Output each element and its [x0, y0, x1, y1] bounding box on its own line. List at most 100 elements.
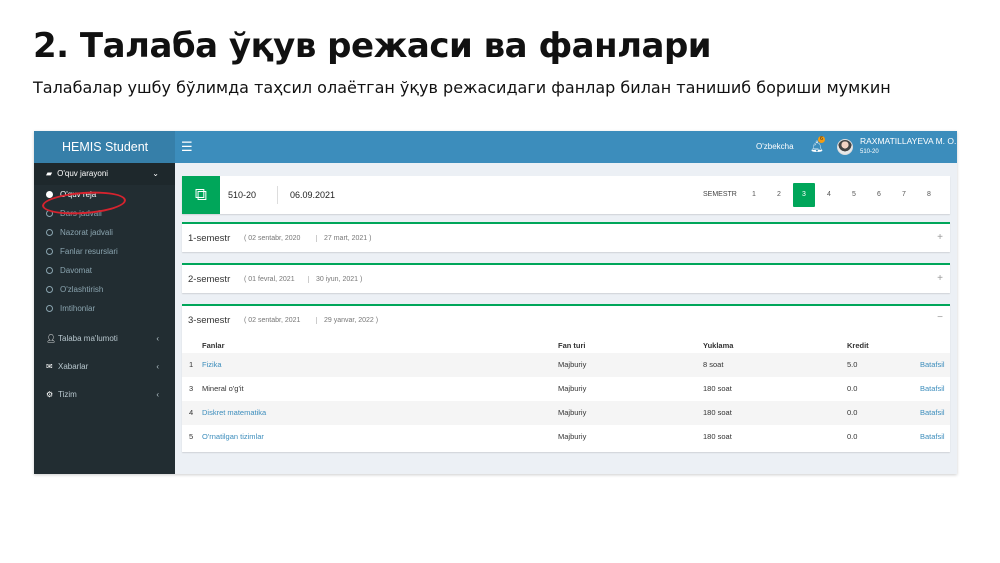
sidebar-subitem-fanlar-resurslari[interactable]: Fanlar resurslari: [46, 242, 118, 261]
row-number: 3: [189, 384, 194, 393]
sidebar-item-label: Davomat: [60, 266, 93, 275]
user-icon: 👤︎: [46, 334, 57, 343]
hemis-screenshot: HEMIS Student ☰ O'zbekcha 🔔︎ 6 RAXMATILL…: [34, 131, 957, 474]
plan-date: 06.09.2021: [277, 186, 335, 204]
subject-type: Majburiy: [558, 384, 587, 393]
semester-button-5[interactable]: 5: [843, 183, 865, 207]
semester-end: 29 yanvar, 2022 ): [316, 317, 378, 324]
sidebar-item-oquv-jarayoni[interactable]: ▰ O'quv jarayoni ⌄: [34, 163, 175, 185]
brand-logo[interactable]: HEMIS Student: [34, 131, 175, 163]
sidebar: ▰ O'quv jarayoni ⌄ O'quv reja Dars jadval…: [34, 163, 175, 474]
semester-panel-1[interactable]: 1-semestr ( 02 sentabr, 2020 27 mart, 20…: [182, 222, 950, 252]
sidebar-subitem-imtihonlar[interactable]: Imtihonlar: [46, 299, 95, 318]
circle-icon: [46, 229, 53, 236]
semester-button-3[interactable]: 3: [793, 183, 815, 207]
sidebar-item-tizim[interactable]: ⚙ Tizim ‹: [34, 381, 175, 409]
circle-icon: [46, 267, 53, 274]
semester-button-8[interactable]: 8: [918, 183, 940, 207]
collapse-icon[interactable]: −: [937, 312, 943, 323]
user-name[interactable]: RAXMATILLAYEVA M. O.: [860, 136, 956, 146]
avatar[interactable]: [837, 139, 853, 155]
slide-title: 2. Талаба ўқув режаси ва фанлари: [33, 26, 712, 66]
subject-link[interactable]: Fizika: [202, 353, 222, 377]
details-link[interactable]: Batafsil: [920, 377, 945, 401]
semester-label: SEMESTR: [703, 191, 737, 198]
semester-start: ( 02 sentabr, 2020: [244, 235, 301, 242]
semester-button-1[interactable]: 1: [743, 183, 765, 207]
sidebar-subitem-ozlashtirish[interactable]: O'zlashtirish: [46, 280, 103, 299]
expand-icon[interactable]: +: [937, 232, 943, 243]
sidebar-item-label: Fanlar resurslari: [60, 247, 118, 256]
language-selector[interactable]: O'zbekcha: [756, 131, 794, 163]
row-number: 1: [189, 360, 194, 369]
plan-group: 510-20: [228, 190, 257, 200]
table-row: 5 O'rnatilgan tizimlar Majburiy 180 soat…: [182, 425, 950, 449]
subject-type: Majburiy: [558, 408, 587, 417]
semester-start: ( 02 sentabr, 2021: [244, 317, 301, 324]
row-number: 5: [189, 432, 194, 441]
row-number: 4: [189, 408, 194, 417]
book-icon: ▰: [46, 169, 53, 178]
hamburger-icon[interactable]: ☰: [181, 131, 193, 163]
subject-credit: 0.0: [847, 384, 858, 393]
column-header-subject: Fanlar: [202, 341, 225, 350]
chevron-left-icon: ‹: [156, 390, 159, 399]
subject-name: Mineral o'g'it: [202, 384, 244, 393]
subject-load: 8 soat: [703, 360, 724, 369]
subject-load: 180 soat: [703, 408, 732, 417]
top-navbar: HEMIS Student ☰ O'zbekcha 🔔︎ 6 RAXMATILL…: [34, 131, 957, 163]
circle-icon: [46, 248, 53, 255]
subject-load: 180 soat: [703, 384, 732, 393]
chevron-left-icon: ‹: [156, 362, 159, 371]
plan-header: ⧉ 510-20 06.09.2021 SEMESTR 1 2 3 4 5 6 …: [182, 176, 950, 214]
notification-badge: 6: [818, 136, 825, 143]
semester-button-4[interactable]: 4: [818, 183, 840, 207]
subject-credit: 0.0: [847, 408, 858, 417]
sidebar-item-label: O'zlashtirish: [60, 285, 104, 294]
sidebar-item-xabarlar[interactable]: ✉ Xabarlar ‹: [34, 353, 175, 381]
circle-icon: [46, 286, 53, 293]
subject-load: 180 soat: [703, 432, 732, 441]
chevron-left-icon: ‹: [156, 334, 159, 343]
column-header-load: Yuklama: [703, 341, 734, 350]
semester-name: 2-semestr: [188, 274, 231, 285]
subject-type: Majburiy: [558, 360, 587, 369]
semester-panel-2[interactable]: 2-semestr ( 01 fevral, 2021 30 iyun, 202…: [182, 263, 950, 293]
sidebar-item-label: Imtihonlar: [60, 304, 96, 313]
slide-subtitle: Талабалар ушбу бўлимда таҳсил олаётган ў…: [33, 78, 891, 97]
gear-icon: ⚙: [46, 390, 54, 399]
details-link[interactable]: Batafsil: [920, 401, 945, 425]
subject-link[interactable]: Diskret matematika: [202, 401, 266, 425]
semester-name: 1-semestr: [188, 233, 231, 244]
chevron-down-icon: ⌄: [152, 169, 159, 178]
main-content: ⧉ 510-20 06.09.2021 SEMESTR 1 2 3 4 5 6 …: [175, 163, 957, 474]
sidebar-item-label: Nazorat jadvali: [60, 228, 113, 237]
sidebar-item-label: Tizim: [58, 390, 77, 399]
column-header-credit: Kredit: [847, 341, 869, 350]
subject-credit: 0.0: [847, 432, 858, 441]
table-row: 4 Diskret matematika Majburiy 180 soat 0…: [182, 401, 950, 425]
subject-link[interactable]: O'rnatilgan tizimlar: [202, 425, 264, 449]
sidebar-item-label: O'quv jarayoni: [57, 169, 109, 178]
table-row: 3 Mineral o'g'it Majburiy 180 soat 0.0 B…: [182, 377, 950, 401]
semester-name[interactable]: 3-semestr: [188, 315, 230, 326]
semester-start: ( 01 fevral, 2021: [244, 276, 295, 283]
sidebar-item-talaba-malumoti[interactable]: 👤︎ Talaba ma'lumoti ‹: [34, 325, 175, 353]
circle-icon: [46, 305, 53, 312]
column-header-type: Fan turi: [558, 341, 586, 350]
semester-button-6[interactable]: 6: [868, 183, 890, 207]
subject-type: Majburiy: [558, 432, 587, 441]
subjects-table: 1 Fizika Majburiy 8 soat 5.0 Batafsil 3 …: [182, 353, 950, 449]
details-link[interactable]: Batafsil: [920, 425, 945, 449]
expand-icon[interactable]: +: [937, 273, 943, 284]
envelope-icon: ✉: [46, 362, 53, 371]
details-link[interactable]: Batafsil: [920, 353, 945, 377]
semester-end: 30 iyun, 2021 ): [308, 276, 362, 283]
semester-button-2[interactable]: 2: [768, 183, 790, 207]
sidebar-subitem-davomat[interactable]: Davomat: [46, 261, 92, 280]
semester-button-7[interactable]: 7: [893, 183, 915, 207]
semester-end: 27 mart, 2021 ): [316, 235, 371, 242]
sidebar-item-label: Talaba ma'lumoti: [58, 334, 118, 343]
table-row: 1 Fizika Majburiy 8 soat 5.0 Batafsil: [182, 353, 950, 377]
sidebar-subitem-nazorat-jadvali[interactable]: Nazorat jadvali: [46, 223, 113, 242]
